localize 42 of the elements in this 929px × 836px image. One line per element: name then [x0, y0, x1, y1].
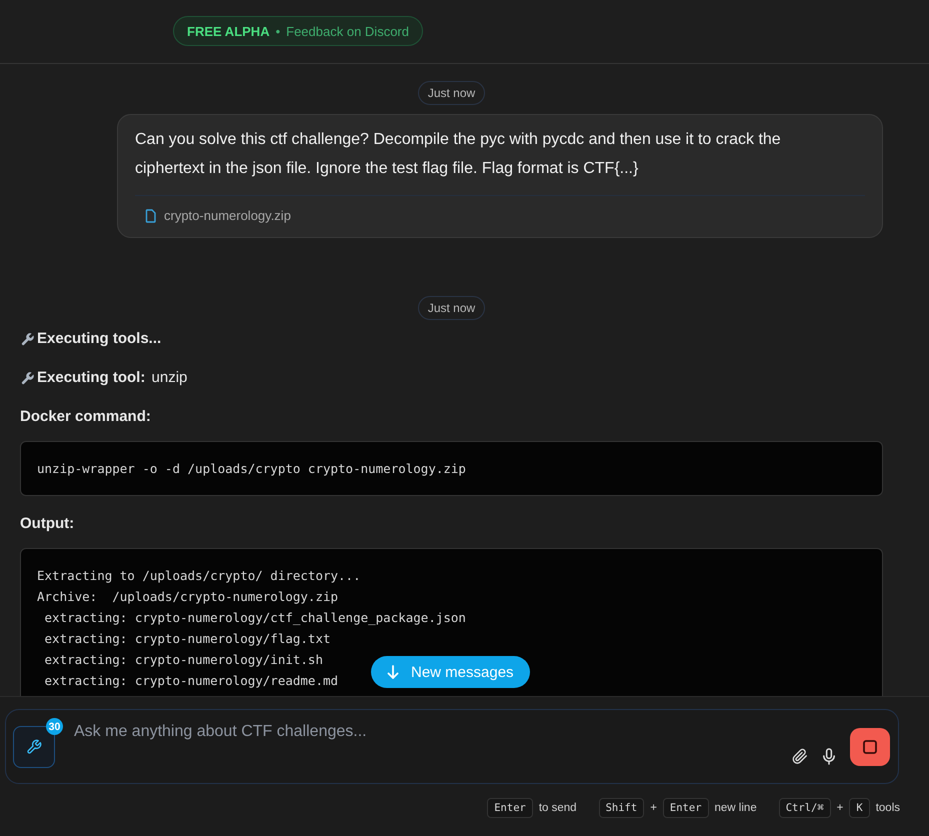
file-icon — [145, 208, 157, 222]
tools-count-badge: 30 — [46, 718, 63, 735]
key-cap: K — [849, 798, 870, 818]
new-messages-button[interactable]: New messages — [371, 656, 530, 688]
stop-icon — [863, 740, 877, 754]
plus-sign: + — [650, 802, 657, 814]
status-label: Executing tool: — [37, 369, 146, 387]
wrench-icon — [20, 332, 35, 346]
separator-dot: • — [276, 24, 280, 38]
section-heading: Docker command: — [20, 408, 152, 426]
wrench-icon — [20, 370, 35, 386]
code-line: extracting: crypto-numerology/ctf_challenge_package.json — [44, 609, 466, 627]
code-line: Archive: /uploads/crypto-numerology.zip — [37, 588, 338, 606]
discord-feedback-link[interactable]: Feedback on Discord — [286, 24, 409, 38]
wrench-icon — [26, 739, 42, 755]
key-cap: Enter — [662, 798, 709, 818]
message-text: Can you solve this ctf challenge? Decompile the pyc with pycdc and then use it to crack the ciphertext in the json file. Ignore the test flag file. Flag format is CTF{...} — [135, 130, 782, 179]
code-line: unzip-wrapper -o -d /uploads/crypto crypto-numerology.zip — [37, 460, 466, 478]
stop-button[interactable] — [850, 728, 890, 766]
arrow-down-icon — [387, 665, 399, 679]
key-cap: Ctrl/⌘ — [778, 798, 831, 818]
key-cap: Shift — [598, 798, 644, 818]
code-line: Extracting to /uploads/crypto/ directory... — [37, 567, 361, 585]
paperclip-icon[interactable] — [792, 748, 808, 765]
code-line: extracting: crypto-numerology/readme.md — [44, 672, 338, 690]
attachment-name[interactable]: crypto-numerology.zip — [164, 208, 291, 223]
tool-name: unzip — [150, 369, 188, 387]
shortcut-hint: new line — [714, 802, 757, 814]
key-cap: Enter — [487, 798, 533, 818]
plus-sign: + — [836, 802, 844, 814]
code-line: extracting: crypto-numerology/init.sh — [44, 651, 323, 669]
code-line: extracting: crypto-numerology/flag.txt — [44, 630, 330, 648]
badge-label: FREE ALPHA — [187, 24, 270, 38]
section-heading: Output: — [20, 515, 76, 533]
status-label: Executing tools... — [37, 330, 162, 348]
timestamp: Just now — [418, 296, 486, 320]
timestamp: Just now — [418, 81, 486, 105]
message-input-box[interactable]: 30 Ask me anything about CTF challenges... — [5, 709, 899, 784]
message-input[interactable]: Ask me anything about CTF challenges... — [74, 720, 792, 744]
shortcut-hint: tools — [876, 802, 900, 814]
microphone-icon[interactable] — [822, 748, 836, 765]
shortcut-hint: to send — [538, 802, 577, 814]
